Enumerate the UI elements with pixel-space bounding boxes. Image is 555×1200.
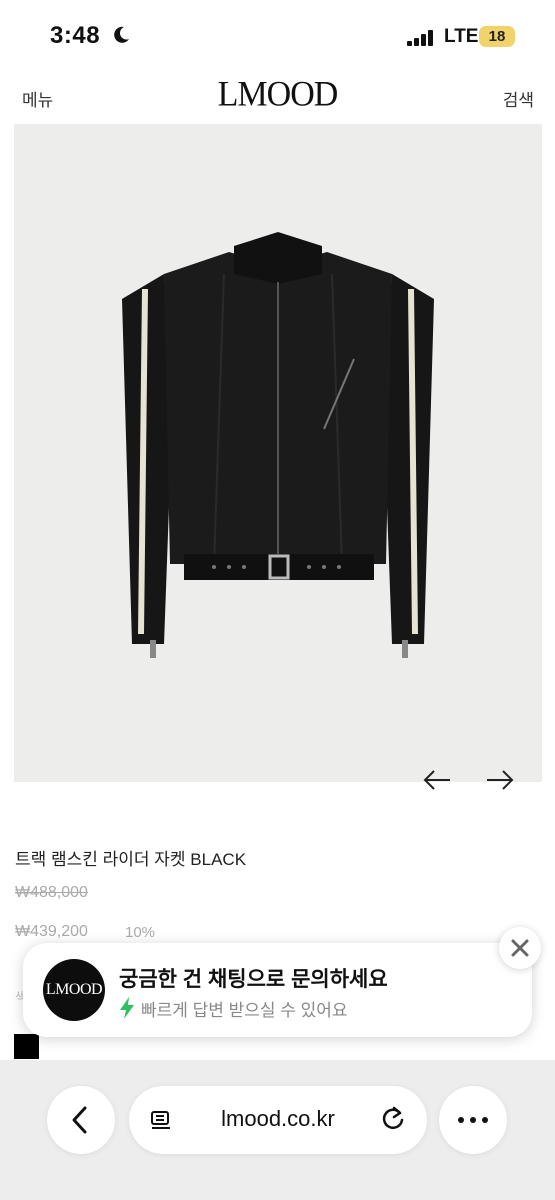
jacket-illustration [122, 232, 434, 658]
chat-toast[interactable]: LMOOD 궁금한 건 채팅으로 문의하세요 빠르게 답변 받으실 수 있어요 [23, 943, 532, 1037]
next-image-arrow-icon[interactable] [485, 766, 515, 794]
lightning-icon [120, 997, 134, 1019]
original-price: ₩488,000 [15, 884, 88, 901]
signal-icon [407, 30, 433, 46]
browser-back-button[interactable] [47, 1086, 115, 1154]
chat-title: 궁금한 건 채팅으로 문의하세요 [119, 968, 388, 991]
close-icon [511, 939, 529, 957]
chat-logo: LMOOD [43, 959, 105, 1021]
discount-rate: 10% [125, 924, 156, 941]
site-logo[interactable]: LMOOD [0, 75, 555, 115]
site-header: 메뉴 LMOOD 검색 [0, 72, 555, 124]
chat-close-button[interactable] [499, 927, 541, 969]
chat-subtitle: 빠르게 답변 받으실 수 있어요 [141, 1001, 348, 1020]
reload-icon[interactable] [379, 1105, 407, 1133]
address-bar[interactable]: lmood.co.kr [129, 1086, 427, 1154]
chevron-left-icon [72, 1106, 87, 1134]
product-name: 트랙 램스킨 라이더 자켓 BLACK [15, 850, 247, 869]
color-swatch[interactable] [14, 1034, 39, 1059]
sale-price: ₩439,200 [15, 923, 88, 940]
search-button[interactable]: 검색 [503, 86, 534, 111]
status-bar: 3:48 LTE 18 [0, 0, 555, 72]
ellipsis-icon [458, 1117, 488, 1123]
battery-indicator: 18 [479, 26, 515, 47]
product-image[interactable] [14, 124, 542, 782]
status-time: 3:48 [50, 22, 101, 49]
moon-icon [114, 26, 129, 43]
network-label: LTE [444, 26, 479, 47]
browser-toolbar: lmood.co.kr [0, 1060, 555, 1200]
prev-image-arrow-icon[interactable] [422, 766, 452, 794]
more-options-button[interactable] [439, 1086, 507, 1154]
